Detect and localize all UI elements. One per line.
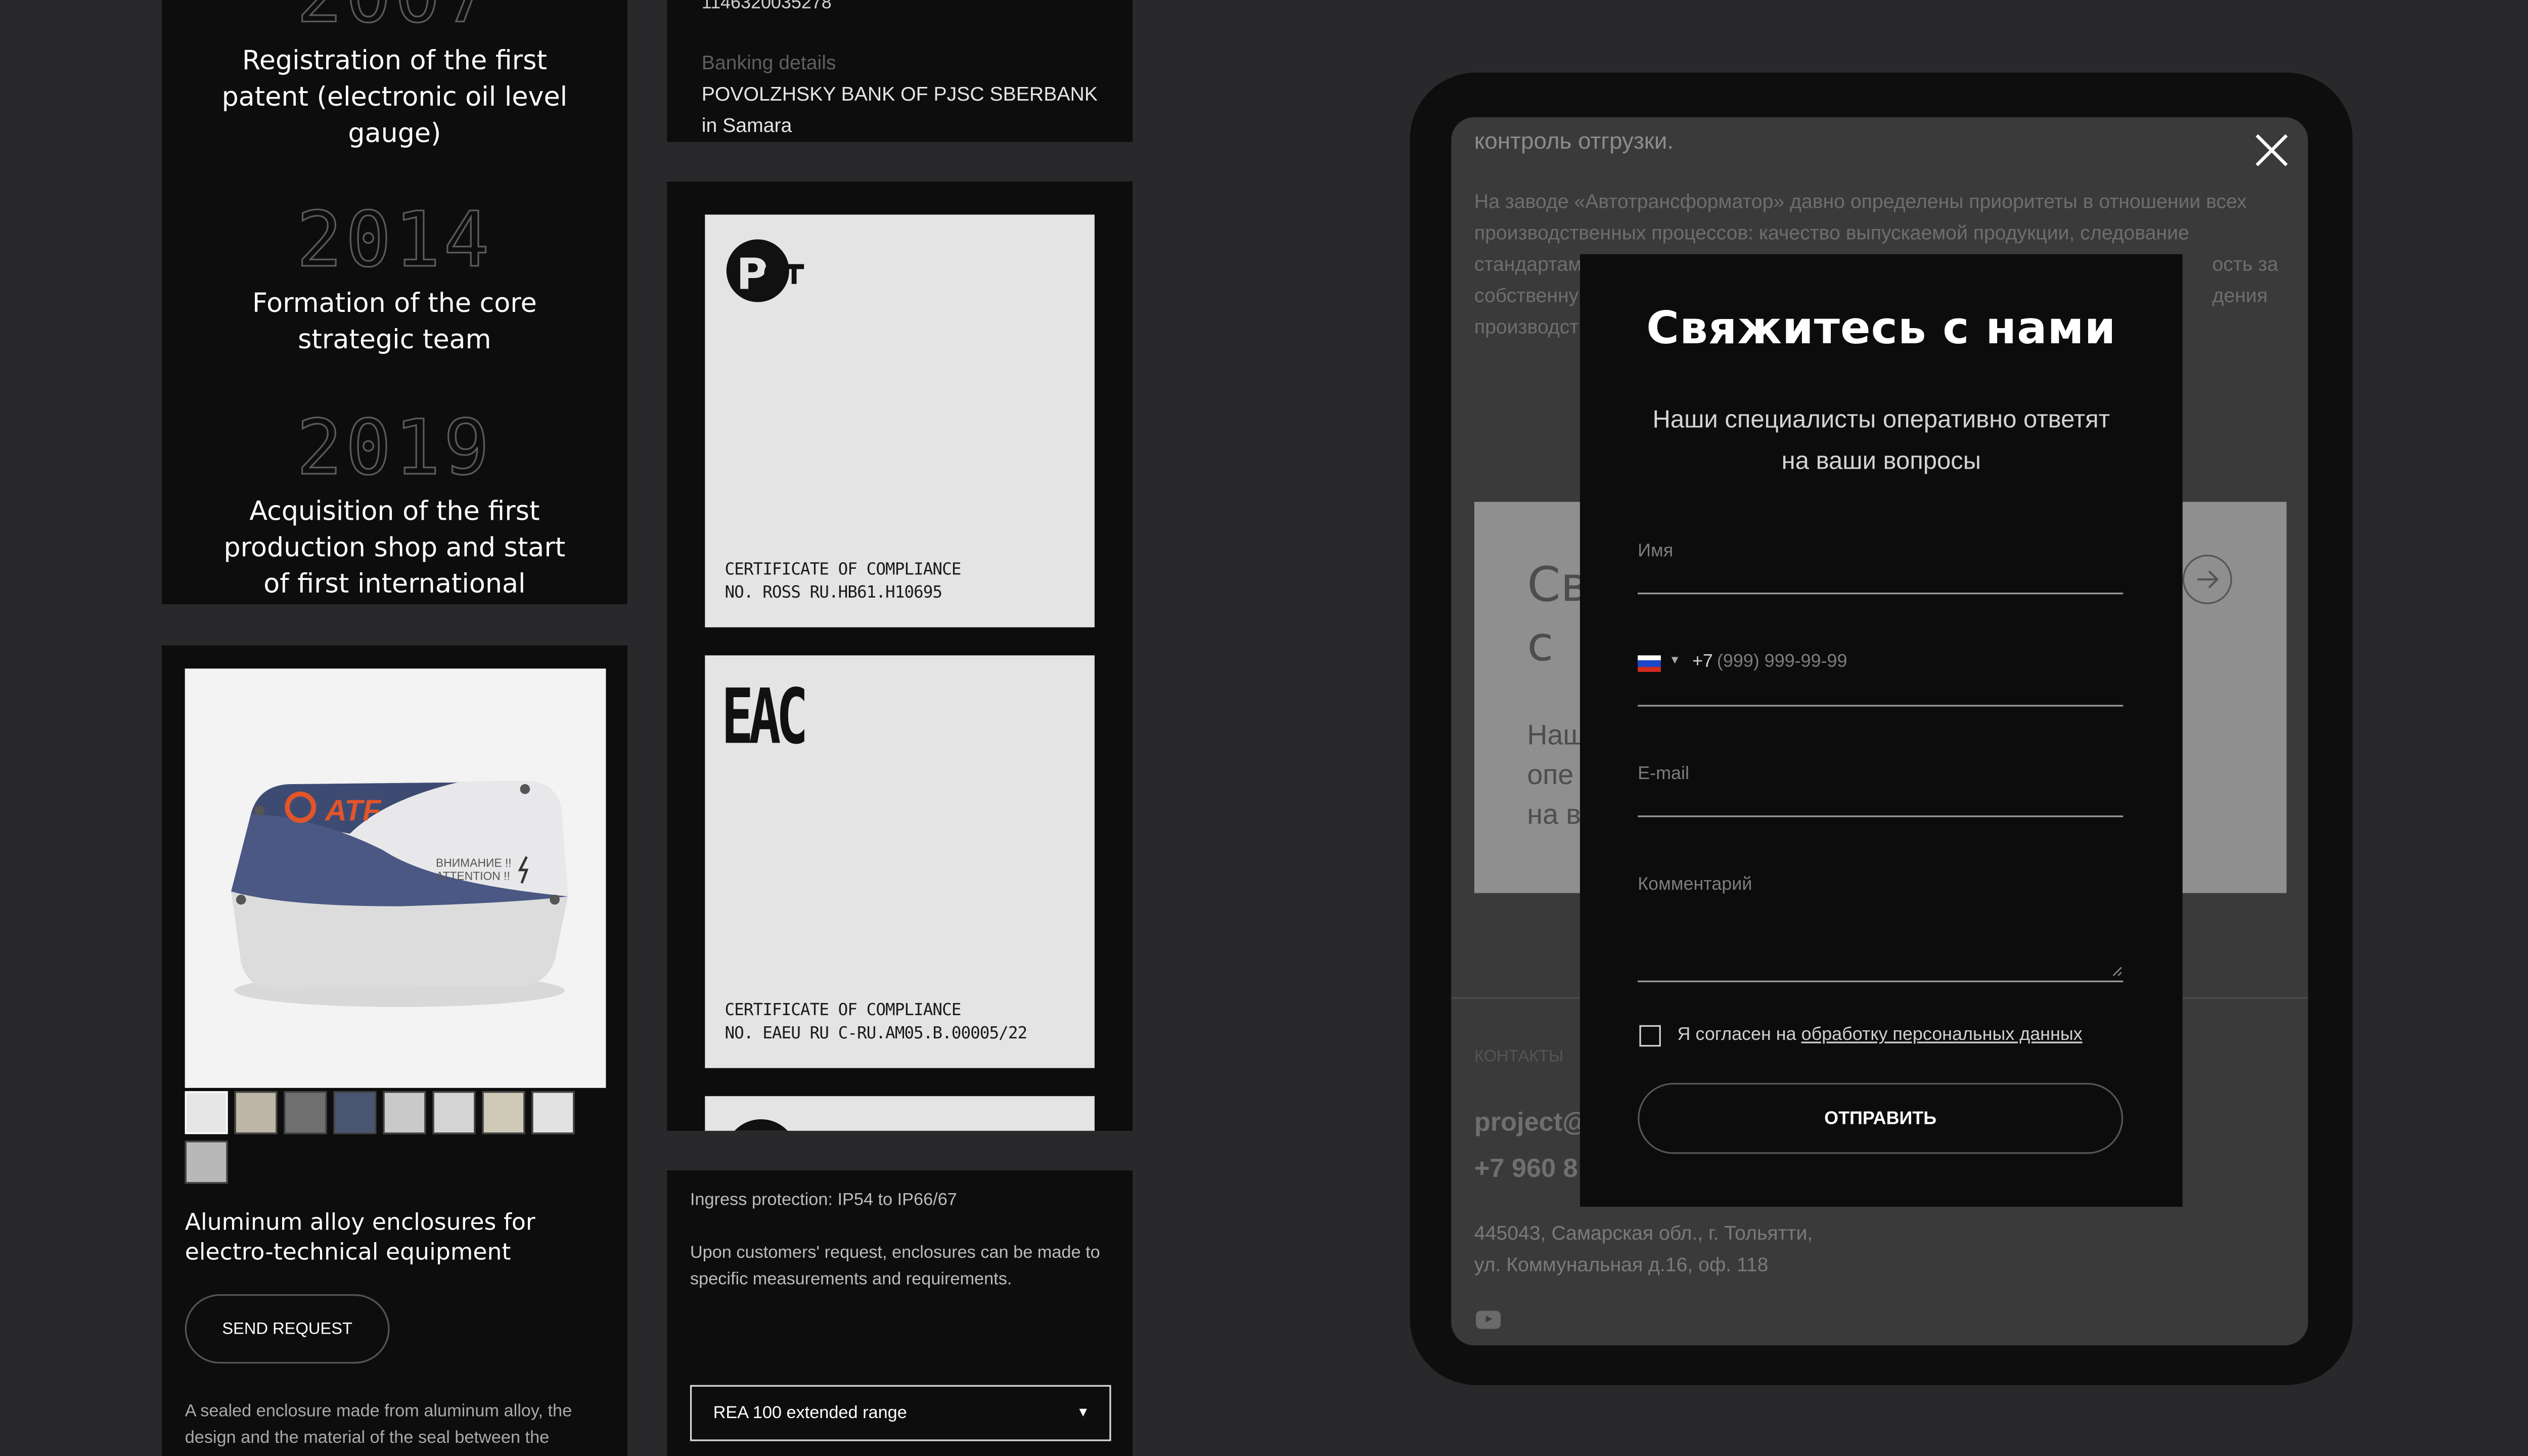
specs-panel: Ingress protection: IP54 to IP66/67 Upon… — [667, 1170, 1133, 1456]
address-line: ул. Коммунальная д.16, оф. 118 — [1474, 1253, 1769, 1277]
pct-mark-icon: P C — [726, 239, 804, 302]
bg-card-text-line: Наш — [1527, 719, 1586, 751]
product-thumbnail[interactable] — [432, 1091, 476, 1134]
modal-title: Свяжитесь с нами — [1646, 303, 2116, 355]
resize-handle-icon[interactable] — [2111, 966, 2123, 977]
certificate-caption: CERTIFICATE OF COMPLIANCE NO. EAEU RU C-… — [725, 1000, 1027, 1046]
model-select-value: REA 100 extended range — [713, 1403, 907, 1423]
product-card: ATF ВНИМАНИЕ !! ATTENTION !! Aluminum al… — [162, 645, 627, 1456]
certificate-card[interactable]: EAC CERTIFICATE OF COMPLIANCE NO. EAEU R… — [705, 655, 1095, 1068]
consent-prefix: Я согласен на — [1677, 1025, 1796, 1045]
company-inn: 1146320035278 — [701, 0, 832, 14]
timeline-year: 2007 — [162, 0, 627, 34]
model-select[interactable]: REA 100 extended range ▼ — [690, 1385, 1111, 1441]
product-photo[interactable]: ATF ВНИМАНИЕ !! ATTENTION !! — [185, 668, 606, 1088]
consent-link[interactable]: обработку персональных данных — [1801, 1025, 2083, 1045]
timeline-text: Formation of the core strategic team — [252, 287, 537, 355]
product-thumbnail[interactable] — [333, 1091, 377, 1134]
enclosure-image: ATF ВНИМАНИЕ !! ATTENTION !! — [185, 668, 606, 1088]
ingress-protection-text: Ingress protection: IP54 to IP66/67 — [690, 1190, 957, 1210]
product-thumbnail[interactable] — [531, 1091, 575, 1134]
contacts-label: КОНТАКТЫ — [1474, 1048, 1564, 1067]
eac-mark-icon: EAC — [721, 671, 808, 761]
phone-prefix: +7 — [1692, 652, 1713, 672]
arrow-right-icon[interactable] — [2182, 555, 2232, 605]
banking-label: Banking details — [701, 51, 836, 74]
send-request-button[interactable]: SEND REQUEST — [185, 1294, 390, 1364]
certificate-number: NO. EAEU RU C-RU.AM05.B.00005/22 — [725, 1025, 1027, 1043]
phone-placeholder: (999) 999-99-99 — [1717, 652, 1847, 672]
timeline-text: Acquisition of the first production shop… — [223, 495, 566, 600]
company-details-panel: 1146320035278 Banking details POVOLZHSKY… — [667, 0, 1133, 142]
bg-top-line: контроль отгрузки. — [1474, 127, 1674, 154]
svg-text:ВНИМАНИЕ !!: ВНИМАНИЕ !! — [436, 856, 512, 869]
bg-card-text-line: опе — [1527, 759, 1574, 791]
product-thumbnail[interactable] — [482, 1091, 525, 1134]
bg-paragraph-line: На заводе «Автотрансформатор» давно опре… — [1474, 190, 2247, 213]
contact-email[interactable]: project@ — [1474, 1109, 1588, 1139]
certificate-card[interactable] — [705, 1096, 1095, 1131]
certificate-caption: CERTIFICATE OF COMPLIANCE NO. ROSS RU.HB… — [725, 560, 961, 606]
bg-fragment: стандартам — [1474, 252, 1582, 276]
youtube-icon[interactable] — [1476, 1310, 1501, 1329]
consent-checkbox[interactable] — [1639, 1025, 1661, 1047]
modal-subtitle: Наши специалисты оперативно ответят на в… — [1652, 406, 2110, 476]
svg-text:C: C — [763, 256, 785, 291]
bg-fragment: ость за — [2212, 252, 2278, 276]
certificate-card[interactable]: P C CERTIFICATE OF COMPLIANCE NO. ROSS R… — [705, 214, 1095, 627]
close-icon[interactable] — [2252, 130, 2291, 170]
product-description: A sealed enclosure made from aluminum al… — [185, 1401, 572, 1448]
name-placeholder: Имя — [1638, 541, 1674, 562]
certificates-panel: P C CERTIFICATE OF COMPLIANCE NO. ROSS R… — [667, 181, 1133, 1131]
phone-field[interactable]: ▼ +7 (999) 999-99-99 — [1638, 647, 2124, 707]
product-thumbnail[interactable] — [185, 1141, 228, 1184]
comment-field[interactable]: Комментарий — [1638, 869, 2124, 982]
product-thumbnail[interactable] — [234, 1091, 278, 1134]
timeline-text: Registration of the first patent (electr… — [221, 44, 568, 149]
bg-card-text-line: на в — [1527, 799, 1581, 831]
product-thumbnail[interactable] — [284, 1091, 327, 1134]
timeline-year: 2019 — [296, 402, 493, 492]
bg-paragraph-line: производственных процессов: качество вып… — [1474, 221, 2189, 245]
timeline-year: 2014 — [296, 195, 493, 284]
flag-ru-icon[interactable] — [1638, 655, 1661, 672]
banking-value: POVOLZHSKY BANK OF PJSC SBERBANK in Sama… — [701, 82, 1098, 138]
bg-fragment: дения — [2212, 284, 2268, 307]
bg-card-text: Наш опе на в — [1527, 716, 1586, 835]
page-canvas: 2007 Registration of the first patent (e… — [0, 0, 2528, 1456]
bg-fragment: собственну — [1474, 284, 1579, 307]
contact-modal: Свяжитесь с нами Наши специалисты операт… — [1579, 254, 2183, 1207]
product-thumbnail[interactable] — [383, 1091, 426, 1134]
chevron-down-icon: ▼ — [1076, 1404, 1090, 1420]
photo-brand: ATF — [324, 794, 382, 827]
comment-placeholder: Комментарий — [1638, 875, 1752, 895]
chevron-down-icon[interactable]: ▼ — [1669, 655, 1681, 667]
timeline-panel: 2007 Registration of the first patent (e… — [162, 0, 627, 605]
certificate-title: CERTIFICATE OF COMPLIANCE — [725, 1002, 961, 1020]
contact-address: 445043, Самарская обл., г. Тольятти, ул.… — [1474, 1218, 1813, 1281]
product-thumbnail[interactable] — [185, 1091, 228, 1134]
submit-button[interactable]: ОТПРАВИТЬ — [1638, 1083, 2124, 1154]
product-title: Aluminum alloy enclosures for electro-te… — [185, 1210, 535, 1266]
email-field[interactable]: E-mail — [1638, 758, 2124, 817]
certificate-number: NO. ROSS RU.HB61.H10695 — [725, 584, 942, 603]
contact-phone[interactable]: +7 960 8 — [1474, 1156, 1578, 1186]
email-placeholder: E-mail — [1638, 764, 1689, 785]
consent-label: Я согласен на обработку персональных дан… — [1678, 1025, 2083, 1045]
address-line: 445043, Самарская обл., г. Тольятти, — [1474, 1221, 1813, 1245]
certificate-mark-icon — [725, 1119, 798, 1131]
custom-order-text: Upon customers' request, enclosures can … — [690, 1243, 1100, 1290]
svg-text:ATTENTION !!: ATTENTION !! — [436, 869, 510, 882]
name-field[interactable]: Имя — [1638, 535, 2124, 595]
certificate-title: CERTIFICATE OF COMPLIANCE — [725, 561, 961, 580]
